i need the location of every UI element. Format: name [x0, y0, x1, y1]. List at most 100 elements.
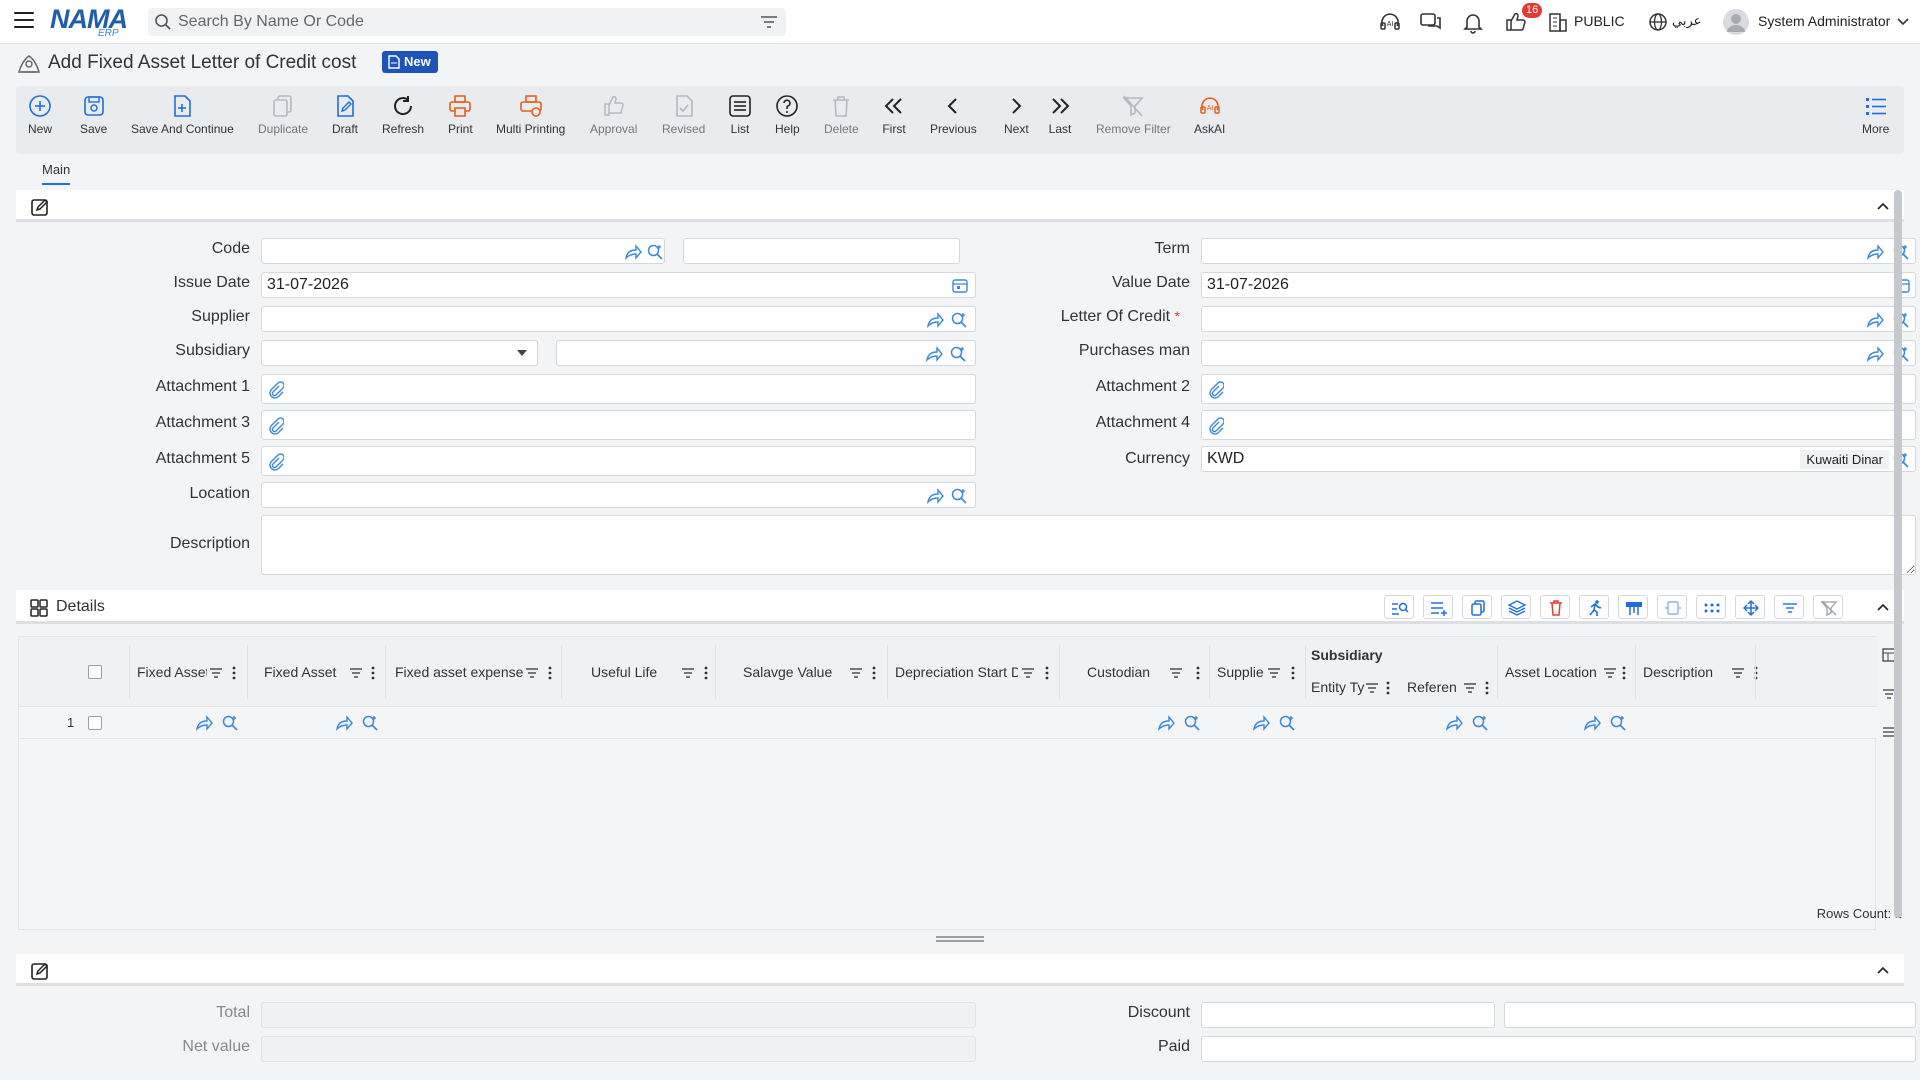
lookup-icon[interactable]	[221, 714, 239, 732]
column-filter-icon[interactable]	[525, 667, 539, 679]
code-field[interactable]	[261, 238, 665, 264]
globe-icon[interactable]	[1646, 10, 1670, 34]
col-custodian[interactable]: Custodian	[1087, 664, 1167, 680]
col-description[interactable]: Description	[1643, 664, 1729, 680]
delete-row-button[interactable]	[1540, 595, 1570, 619]
lookup-icon[interactable]	[1609, 714, 1627, 732]
column-filter-icon[interactable]	[1731, 667, 1745, 679]
attachment3-field[interactable]	[261, 410, 976, 440]
ai-assistant-icon[interactable]: AI	[1378, 10, 1402, 34]
refresh-button[interactable]: Refresh	[382, 94, 424, 136]
language-switch[interactable]: عربي	[1672, 13, 1701, 29]
col-useful-life[interactable]: Useful Life	[591, 664, 671, 680]
print-button[interactable]: Print	[448, 94, 473, 136]
lookup-icon[interactable]	[1183, 714, 1201, 732]
bell-icon[interactable]	[1461, 10, 1485, 34]
value-date-field[interactable]: 31-07-2026	[1201, 272, 1916, 298]
branch-label[interactable]: PUBLIC	[1574, 13, 1625, 29]
column-filter-icon[interactable]	[349, 667, 363, 679]
save-and-continue-button[interactable]: Save And Continue	[131, 94, 234, 136]
supplier-field[interactable]	[261, 306, 976, 332]
revised-button[interactable]: Revised	[662, 94, 705, 136]
share-icon[interactable]	[925, 345, 943, 363]
column-filter-icon[interactable]	[1021, 667, 1035, 679]
column-filter-icon[interactable]	[1169, 667, 1183, 679]
lookup-icon[interactable]	[1471, 714, 1489, 732]
location-field[interactable]	[261, 482, 976, 508]
first-button[interactable]: First	[882, 94, 906, 136]
grid-options-button[interactable]	[1696, 595, 1726, 619]
letter-of-credit-field[interactable]	[1201, 306, 1916, 332]
list-button[interactable]: List	[728, 94, 752, 136]
share-icon[interactable]	[195, 714, 213, 732]
term-field[interactable]	[1201, 238, 1916, 264]
purchases-man-field[interactable]	[1201, 340, 1916, 366]
draft-button[interactable]: Draft	[332, 94, 358, 136]
approval-button[interactable]: Approval	[590, 94, 637, 136]
tab-main[interactable]: Main	[42, 162, 71, 185]
column-filter-icon[interactable]	[1463, 682, 1477, 694]
share-icon[interactable]	[335, 714, 353, 732]
lookup-icon[interactable]	[950, 311, 968, 329]
issue-date-field[interactable]: 31-07-2026	[261, 272, 976, 298]
chevron-up-icon[interactable]	[1876, 199, 1890, 213]
share-icon[interactable]	[1157, 714, 1175, 732]
paid-field[interactable]	[1201, 1036, 1916, 1062]
column-filter-icon[interactable]	[849, 667, 863, 679]
subsidiary-type-select[interactable]	[261, 340, 538, 366]
column-menu-icon[interactable]	[1485, 681, 1489, 695]
column-menu-icon[interactable]	[232, 666, 236, 680]
attachment4-field[interactable]	[1201, 410, 1916, 440]
vertical-scrollbar[interactable]	[1894, 190, 1902, 918]
clear-grid-filter-button[interactable]	[1813, 595, 1843, 619]
table-row[interactable]: 1	[19, 707, 1877, 739]
col-reference[interactable]: Referen	[1407, 679, 1463, 695]
col-depreciation-start[interactable]: Depreciation Start D	[895, 664, 1018, 680]
share-icon[interactable]	[1866, 243, 1884, 261]
column-filter-icon[interactable]	[1267, 667, 1281, 679]
column-menu-icon[interactable]	[1386, 681, 1390, 695]
col-asset-location[interactable]: Asset Location	[1505, 664, 1601, 680]
paperclip-icon[interactable]	[1208, 417, 1224, 435]
col-fixed-asset-expense[interactable]: Fixed asset expense	[395, 664, 530, 680]
new-button[interactable]: New	[28, 94, 52, 136]
column-filter-icon[interactable]	[1365, 682, 1379, 694]
calendar-icon[interactable]	[952, 277, 968, 293]
col-fixed-asset-1[interactable]: Fixed Asset	[137, 664, 207, 680]
code-name-field[interactable]	[683, 238, 960, 264]
column-menu-icon[interactable]	[1196, 666, 1200, 680]
col-supplier[interactable]: Supplie	[1217, 664, 1265, 680]
share-icon[interactable]	[1252, 714, 1270, 732]
column-menu-icon[interactable]	[704, 666, 708, 680]
subsidiary-field[interactable]	[556, 340, 976, 366]
share-icon[interactable]	[1583, 714, 1601, 732]
paperclip-icon[interactable]	[268, 453, 284, 471]
column-filter-icon[interactable]	[1603, 667, 1617, 679]
share-icon[interactable]	[926, 311, 944, 329]
chat-icon[interactable]	[1419, 10, 1443, 34]
next-button[interactable]: Next	[1004, 94, 1029, 136]
chevron-down-icon[interactable]	[1896, 15, 1910, 29]
select-all-checkbox[interactable]	[88, 665, 102, 679]
run-button[interactable]	[1579, 595, 1609, 619]
menu-icon[interactable]	[14, 12, 34, 30]
col-entity-type[interactable]: Entity Ty	[1311, 679, 1365, 695]
column-menu-icon[interactable]	[1622, 666, 1626, 680]
delete-button[interactable]: Delete	[824, 94, 859, 136]
lookup-icon[interactable]	[361, 714, 379, 732]
chevron-up-icon[interactable]	[1876, 963, 1890, 977]
attachment1-field[interactable]	[261, 374, 976, 404]
currency-field[interactable]: KWD Kuwaiti Dinar	[1201, 446, 1916, 472]
column-menu-icon[interactable]	[1291, 666, 1295, 680]
layers-button[interactable]	[1501, 595, 1531, 619]
column-filter-icon[interactable]	[681, 667, 695, 679]
column-menu-icon[interactable]	[872, 666, 876, 680]
insert-row-button[interactable]	[1423, 595, 1453, 619]
lookup-icon[interactable]	[950, 487, 968, 505]
share-icon[interactable]	[926, 487, 944, 505]
copy-row-button[interactable]	[1462, 595, 1492, 619]
filter-icon[interactable]	[760, 14, 778, 30]
avatar[interactable]	[1722, 8, 1750, 36]
share-icon[interactable]	[624, 243, 642, 261]
attachment2-field[interactable]	[1201, 374, 1916, 404]
